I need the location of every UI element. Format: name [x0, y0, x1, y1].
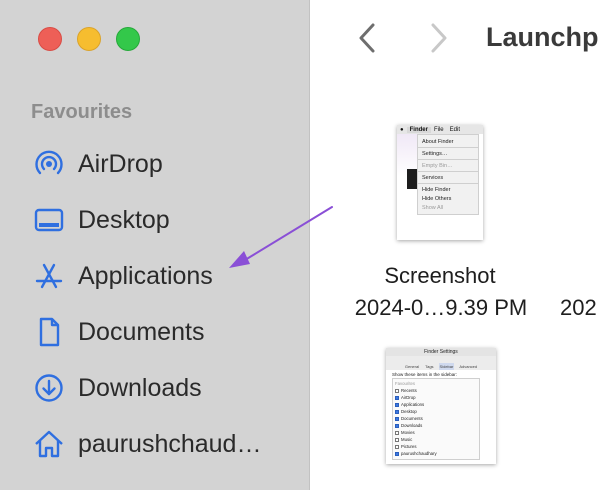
annotation-arrow	[229, 206, 333, 268]
finder-window: Favourites AirDrop Desktop Applications …	[0, 0, 598, 490]
